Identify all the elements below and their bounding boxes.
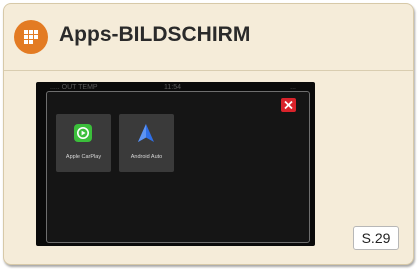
header-divider <box>4 70 413 71</box>
app-tile-apple-carplay[interactable]: Apple CarPlay <box>56 114 111 172</box>
app-label: Apple CarPlay <box>65 154 102 160</box>
carplay-icon <box>74 124 92 142</box>
app-tile-android-auto[interactable]: Android Auto <box>119 114 174 172</box>
card-header: Apps-BILDSCHIRM <box>4 4 413 65</box>
app-label: Android Auto <box>130 154 163 160</box>
apps-panel: Apple CarPlay Android Auto <box>46 91 310 243</box>
apps-grid-icon <box>14 20 48 54</box>
android-auto-icon <box>138 124 154 142</box>
close-icon <box>284 100 293 110</box>
page-reference-badge: S.29 <box>353 226 399 250</box>
close-button[interactable] <box>281 98 296 112</box>
page-title: Apps-BILDSCHIRM <box>59 23 251 46</box>
